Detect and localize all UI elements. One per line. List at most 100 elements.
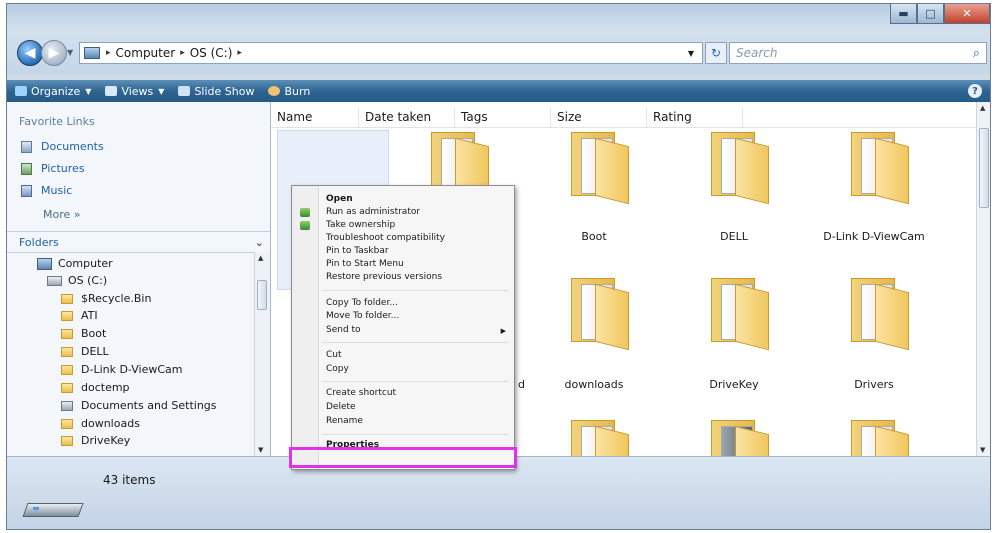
folder-item[interactable]	[529, 420, 659, 456]
folder-icon	[61, 328, 73, 339]
scroll-up-icon[interactable]: ▲	[980, 104, 985, 112]
refresh-button[interactable]: ↻	[705, 42, 727, 64]
computer-icon	[37, 257, 52, 270]
menu-item-rename[interactable]: Rename	[326, 416, 363, 426]
views-button[interactable]: Views ▼	[105, 85, 164, 98]
folder-item[interactable]	[809, 420, 939, 456]
tree-item-ati[interactable]: ATI	[61, 309, 98, 322]
menu-item-create-shortcut[interactable]: Create shortcut	[326, 388, 396, 398]
help-icon[interactable]: ?	[968, 84, 982, 98]
menu-item-run-as-admin[interactable]: Run as administrator	[326, 207, 420, 217]
tree-item-label: DriveKey	[81, 434, 131, 447]
scroll-thumb[interactable]	[979, 128, 989, 208]
folder-item[interactable]: D-Link D-ViewCam	[809, 132, 939, 252]
search-box[interactable]: Search ⌕	[729, 42, 987, 64]
tree-item-dell[interactable]: DELL	[61, 345, 109, 358]
menu-item-move-to[interactable]: Move To folder...	[326, 311, 399, 321]
scroll-up-icon[interactable]: ▲	[258, 254, 263, 262]
folder-icon	[851, 278, 911, 351]
command-bar: Organize ▼ Views ▼ Slide Show Burn ?	[7, 80, 990, 102]
tree-item-os-c[interactable]: OS (C:)	[47, 274, 107, 287]
organize-button[interactable]: Organize ▼	[15, 85, 91, 98]
column-rating[interactable]: Rating	[647, 107, 743, 127]
menu-item-delete[interactable]: Delete	[326, 402, 356, 412]
folder-item[interactable]: Boot	[529, 132, 659, 252]
folder-item[interactable]	[669, 420, 799, 456]
favorite-music[interactable]: Music	[21, 184, 72, 197]
pictures-icon	[21, 162, 32, 175]
folder-icon	[711, 132, 771, 205]
partial-folder-label: d	[518, 378, 525, 391]
organize-label: Organize	[31, 84, 81, 98]
menu-item-troubleshoot[interactable]: Troubleshoot compatibility	[326, 233, 445, 243]
folder-icon	[61, 293, 73, 304]
close-button[interactable]: ✕	[944, 4, 990, 24]
recent-pages-dropdown[interactable]: ▼	[67, 48, 73, 57]
breadcrumb-os-c[interactable]: OS (C:)	[190, 46, 233, 60]
more-link[interactable]: More »	[43, 208, 81, 221]
folder-icon	[851, 420, 911, 456]
menu-item-pin-taskbar[interactable]: Pin to Taskbar	[326, 246, 389, 256]
scroll-down-icon[interactable]: ▼	[980, 446, 985, 454]
column-name[interactable]: Name	[271, 107, 359, 127]
forward-button[interactable]: ▶	[41, 40, 67, 66]
folder-icon	[61, 382, 73, 393]
tree-item-boot[interactable]: Boot	[61, 327, 106, 340]
drive-icon	[22, 497, 85, 519]
back-button[interactable]: ◀	[17, 40, 43, 66]
menu-item-copy-to[interactable]: Copy To folder...	[326, 298, 398, 308]
address-bar[interactable]: ▸ Computer ▸ OS (C:) ▸ ▼	[79, 42, 703, 64]
tree-item-doctemp[interactable]: doctemp	[61, 381, 130, 394]
maximize-button[interactable]: □	[917, 4, 944, 24]
chevron-down-icon: ⌄	[254, 235, 264, 249]
minimize-button[interactable]: ▬	[890, 4, 917, 24]
menu-item-copy[interactable]: Copy	[326, 364, 349, 374]
menu-item-take-ownership[interactable]: Take ownership	[326, 220, 395, 230]
burn-icon	[268, 86, 281, 96]
favorite-documents[interactable]: Documents	[21, 140, 104, 153]
favorite-label: Music	[41, 184, 73, 197]
views-label: Views	[121, 84, 154, 98]
tree-item-downloads[interactable]: downloads	[61, 417, 140, 430]
menu-item-send-to[interactable]: Send to	[326, 325, 361, 335]
folder-item[interactable]: DriveKey	[669, 278, 799, 398]
folders-header[interactable]: Folders ⌄	[7, 231, 270, 253]
tree-item-documents-settings[interactable]: Documents and Settings	[61, 399, 217, 412]
tree-item-dlink[interactable]: D-Link D-ViewCam	[61, 363, 183, 376]
folder-item[interactable]: downloads	[529, 278, 659, 398]
tree-item-label: D-Link D-ViewCam	[81, 363, 183, 376]
favorite-pictures[interactable]: Pictures	[21, 162, 85, 175]
tree-item-computer[interactable]: Computer	[37, 257, 113, 270]
burn-button[interactable]: Burn	[268, 85, 310, 98]
tree-item-recycle-bin[interactable]: $Recycle.Bin	[61, 292, 151, 305]
column-tags[interactable]: Tags	[455, 107, 551, 127]
menu-item-restore[interactable]: Restore previous versions	[326, 272, 442, 282]
folder-item[interactable]: Drivers	[809, 278, 939, 398]
context-menu: Open Run as administrator Take ownership…	[291, 185, 515, 470]
folder-item[interactable]: DELL	[669, 132, 799, 252]
scroll-thumb[interactable]	[257, 280, 267, 310]
breadcrumb-separator[interactable]: ▸	[106, 48, 111, 58]
column-size[interactable]: Size	[551, 107, 647, 127]
tree-item-drivekey[interactable]: DriveKey	[61, 434, 130, 447]
folder-label: D-Link D-ViewCam	[823, 230, 925, 243]
tree-item-label: Computer	[58, 257, 113, 270]
slideshow-button[interactable]: Slide Show	[178, 85, 254, 98]
breadcrumb-separator[interactable]: ▸	[180, 48, 185, 58]
folder-icon	[61, 346, 73, 357]
organize-icon	[15, 86, 27, 96]
breadcrumb-separator[interactable]: ▸	[237, 48, 242, 58]
address-dropdown-icon[interactable]: ▼	[688, 49, 694, 58]
column-date-taken[interactable]: Date taken	[359, 107, 455, 127]
search-icon[interactable]: ⌕	[973, 46, 980, 61]
tree-item-label: DELL	[81, 345, 109, 358]
menu-item-cut[interactable]: Cut	[326, 350, 342, 360]
tree-scrollbar[interactable]: ▲ ▼	[254, 252, 270, 456]
menu-item-open[interactable]: Open	[326, 194, 353, 204]
breadcrumb-computer[interactable]: Computer	[116, 46, 176, 60]
scroll-down-icon[interactable]: ▼	[258, 446, 263, 454]
window-controls: ▬ □ ✕	[890, 4, 990, 24]
title-bar: ▬ □ ✕ ◀ ▶ ▼ ▸ Computer ▸ OS (C:) ▸ ▼ ↻ S…	[7, 4, 990, 74]
file-list-scrollbar[interactable]: ▲ ▼	[976, 102, 990, 456]
menu-item-pin-start[interactable]: Pin to Start Menu	[326, 259, 404, 269]
